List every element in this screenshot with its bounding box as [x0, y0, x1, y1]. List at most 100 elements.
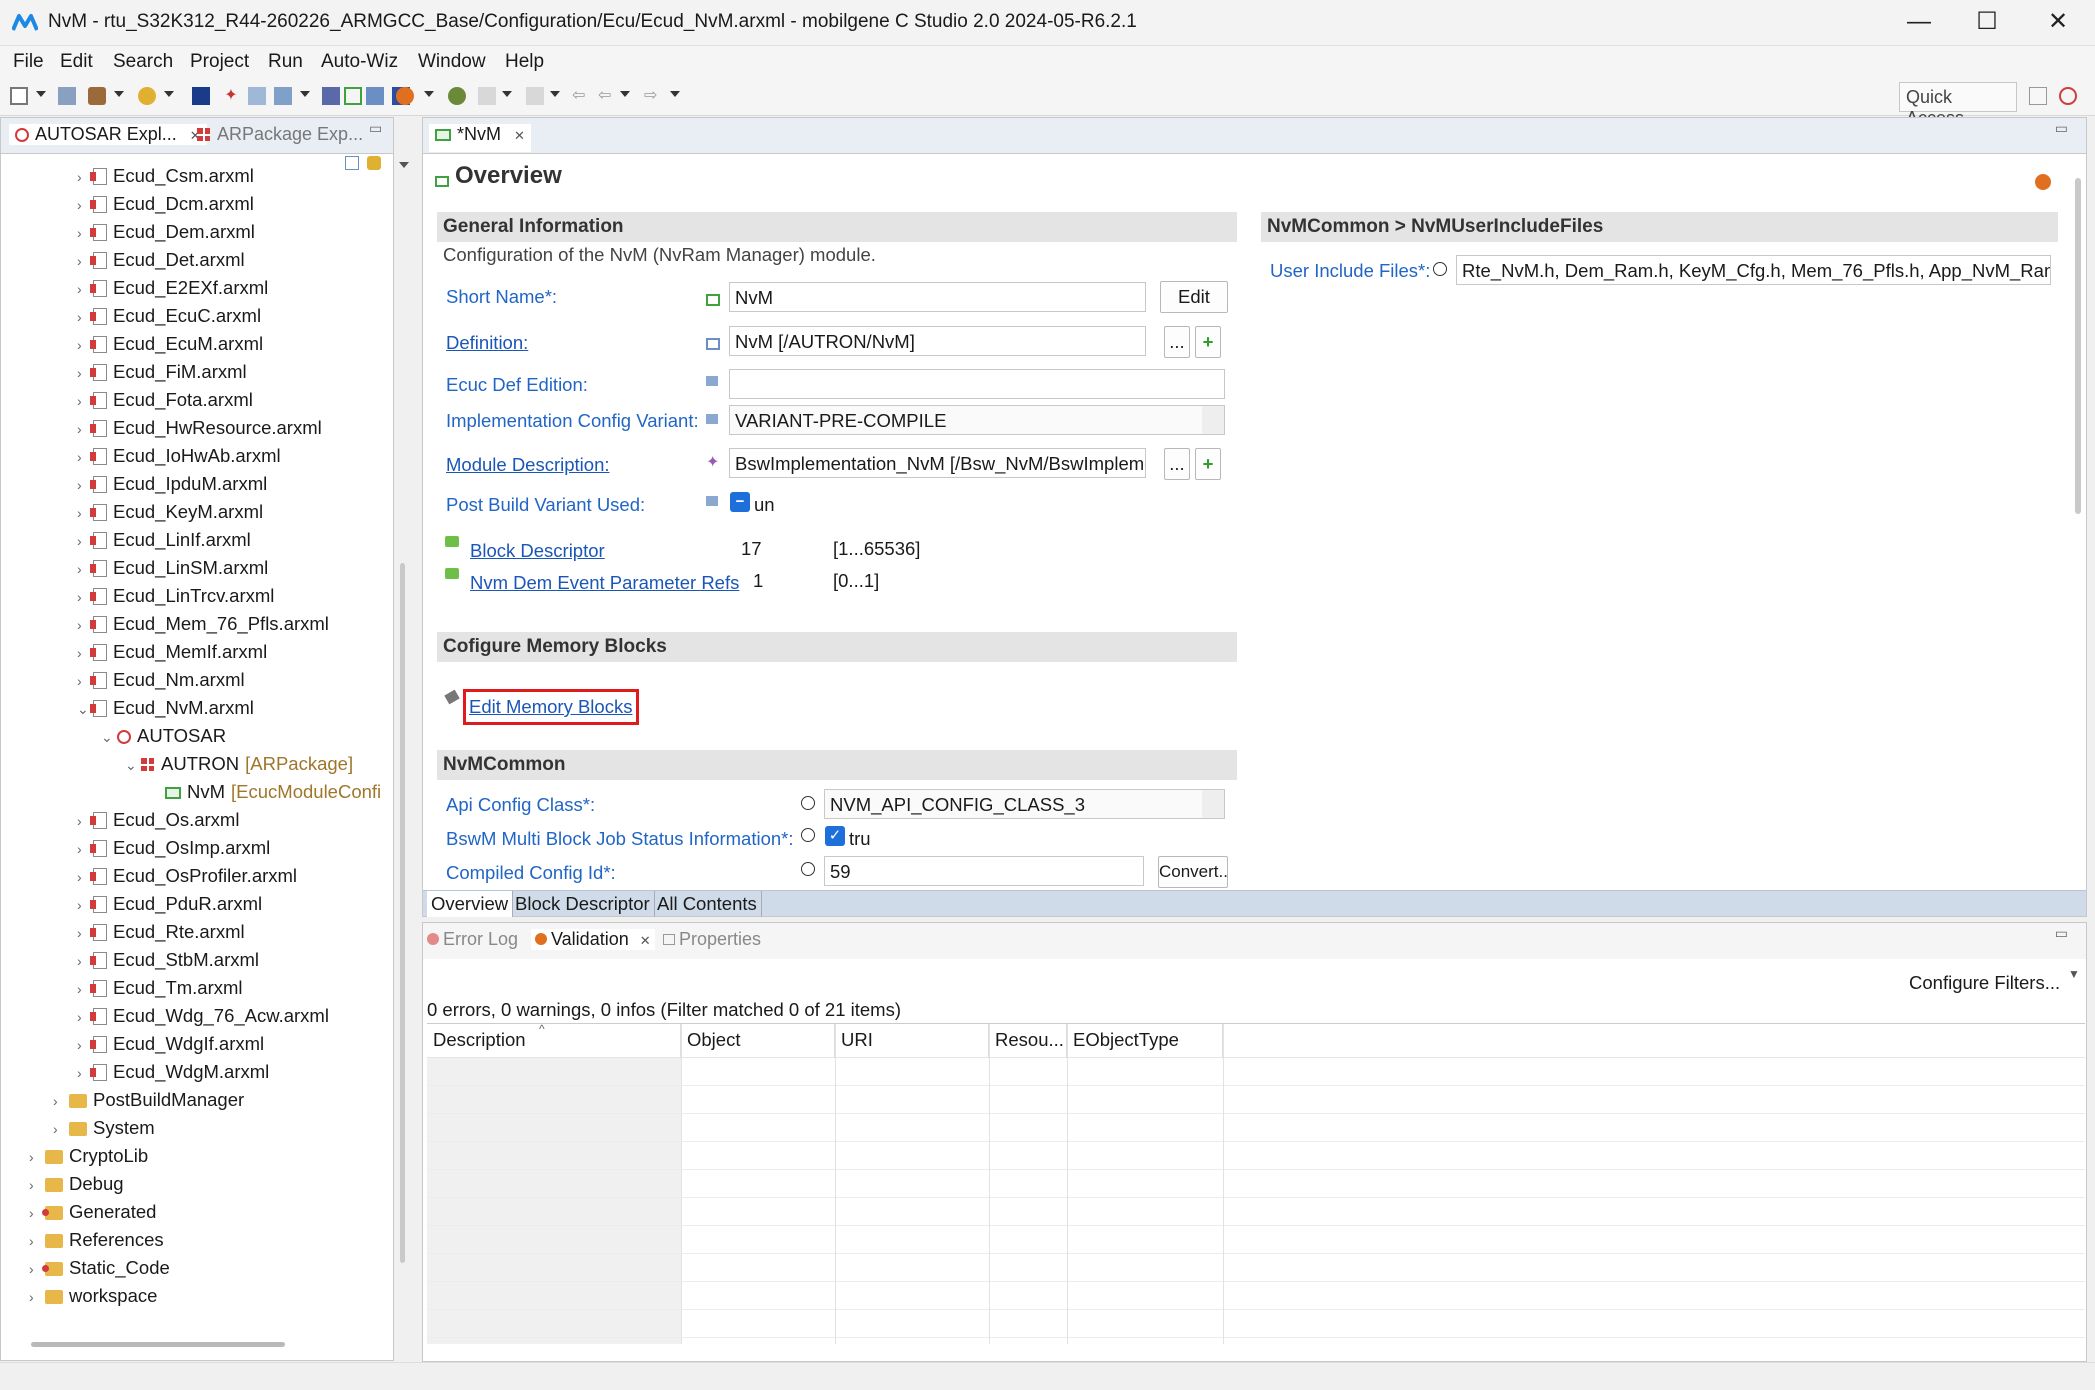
tab-validation[interactable]: Validation ✕	[531, 929, 655, 950]
tree-item[interactable]: › PostBuildManager	[53, 1086, 244, 1114]
autosar-perspective-icon[interactable]	[2059, 87, 2077, 105]
tree-item[interactable]: › Ecud_FiM.arxml	[77, 358, 247, 386]
forward-icon[interactable]: ⇨	[644, 87, 662, 105]
tree-item[interactable]: › Ecud_OsProfiler.arxml	[77, 862, 297, 890]
definition-field[interactable]: NvM [/AUTRON/NvM]	[729, 326, 1146, 356]
tree-item[interactable]: › Ecud_WdgIf.arxml	[77, 1030, 264, 1058]
tree-item[interactable]: › Ecud_WdgM.arxml	[77, 1058, 269, 1086]
menu-run[interactable]: Run	[268, 51, 303, 73]
tree-item[interactable]: › Ecud_OsImp.arxml	[77, 834, 270, 862]
warning-dropdown-icon[interactable]	[424, 91, 434, 97]
impl-variant-dropdown-icon[interactable]	[1202, 406, 1224, 434]
bswm-status-checkbox[interactable]: ✓	[825, 826, 845, 846]
chart-tool-icon[interactable]	[248, 87, 266, 105]
minimize-button[interactable]: —	[1885, 0, 1953, 46]
back-icon[interactable]: ⇦	[572, 87, 590, 105]
new-icon[interactable]	[10, 87, 28, 105]
menu-window[interactable]: Window	[418, 51, 486, 73]
tree-item[interactable]: › workspace	[29, 1282, 157, 1310]
tree-item[interactable]: › Ecud_Mem_76_Pfls.arxml	[77, 610, 329, 638]
menu-edit[interactable]: Edit	[60, 51, 93, 73]
tree-item[interactable]: › References	[29, 1226, 164, 1254]
link-editor-icon[interactable]	[367, 156, 381, 170]
tree-item[interactable]: ⌄ AUTOSAR	[101, 722, 226, 750]
page-tab-block-descriptor[interactable]: Block Descriptor	[511, 891, 655, 917]
module-description-link[interactable]: Module Description:	[446, 454, 610, 476]
graph-tool-icon[interactable]	[274, 87, 292, 105]
star-icon[interactable]: ✦	[222, 87, 240, 105]
module-description-browse-button[interactable]: ...	[1164, 448, 1190, 480]
warning-icon[interactable]	[2035, 174, 2051, 190]
block-descriptor-link[interactable]: Block Descriptor	[470, 540, 605, 562]
dem-event-refs-link[interactable]: Nvm Dem Event Parameter Refs	[470, 572, 739, 594]
tree-horizontal-scrollbar[interactable]	[31, 1342, 285, 1347]
tree-item[interactable]: › Ecud_HwResource.arxml	[77, 414, 322, 442]
configure-filters-link[interactable]: Configure Filters...	[1909, 972, 2060, 994]
maximize-button[interactable]: ☐	[1953, 0, 2021, 46]
tree-item[interactable]: › Ecud_LinIf.arxml	[77, 526, 251, 554]
short-name-field[interactable]: NvM	[729, 282, 1146, 312]
close-tab-icon[interactable]: ✕	[514, 128, 525, 143]
menu-auto-wiz[interactable]: Auto-Wiz	[321, 51, 398, 73]
tree-item[interactable]: › Ecud_Dcm.arxml	[77, 190, 254, 218]
post-build-checkbox[interactable]: −	[730, 492, 750, 512]
tree-item[interactable]: ⌄ AUTRON [ARPackage]	[125, 750, 353, 778]
rect-tool-icon[interactable]	[344, 87, 362, 105]
tree-item[interactable]: › Ecud_PduR.arxml	[77, 890, 262, 918]
tree-item[interactable]: › Ecud_Fota.arxml	[77, 386, 253, 414]
menu-project[interactable]: Project	[190, 51, 249, 73]
new-dropdown-icon[interactable]	[36, 91, 46, 97]
definition-browse-button[interactable]: ...	[1164, 326, 1190, 358]
tree-item[interactable]: › Ecud_EcuM.arxml	[77, 330, 263, 358]
tab-nvm[interactable]: *NvM ✕	[429, 124, 531, 152]
tree-item[interactable]: › Ecud_Os.arxml	[77, 806, 239, 834]
tree-item[interactable]: › System	[53, 1114, 155, 1142]
editor-scrollbar[interactable]	[2075, 178, 2081, 514]
tree-item[interactable]: › Debug	[29, 1170, 124, 1198]
prev-icon[interactable]: ⇦	[598, 87, 616, 105]
quick-access-input[interactable]: Quick Access	[1899, 82, 2017, 128]
search-next-dropdown-icon[interactable]	[502, 91, 512, 97]
search-prev-icon[interactable]	[526, 87, 544, 105]
minimize-panel-icon[interactable]: ▭	[369, 120, 382, 137]
tool-t-icon[interactable]	[192, 87, 210, 105]
edit-memory-blocks-link[interactable]: Edit Memory Blocks	[469, 696, 632, 718]
tree-item[interactable]: › Ecud_Nm.arxml	[77, 666, 245, 694]
tree-item[interactable]: › CryptoLib	[29, 1142, 148, 1170]
split-tool-icon[interactable]	[366, 87, 384, 105]
compiled-config-id-field[interactable]: 59	[824, 856, 1144, 886]
chevron-down-icon[interactable]: ⌄	[125, 751, 141, 779]
tab-properties[interactable]: Properties	[663, 929, 761, 950]
tree-item[interactable]: › Ecud_IoHwAb.arxml	[77, 442, 281, 470]
prev-dropdown-icon[interactable]	[620, 91, 630, 97]
menu-help[interactable]: Help	[505, 51, 544, 73]
maximize-editor-icon[interactable]: ▭	[2055, 120, 2068, 137]
chevron-right-icon[interactable]: ›	[29, 1227, 45, 1255]
column-eobjecttype[interactable]: EObjectType	[1067, 1024, 1223, 1058]
build-icon[interactable]	[88, 87, 106, 105]
tree-item[interactable]: › Ecud_EcuC.arxml	[77, 302, 261, 330]
ecuc-def-edition-field[interactable]	[729, 369, 1225, 399]
module-description-add-button[interactable]: +	[1195, 448, 1221, 480]
build-dropdown-icon[interactable]	[114, 91, 124, 97]
chevron-down-icon[interactable]: ⌄	[101, 723, 117, 751]
column-resource[interactable]: Resou...	[989, 1024, 1067, 1058]
tab-autosar-explorer[interactable]: AUTOSAR Expl... ✕	[9, 124, 207, 145]
tree-item[interactable]: › Ecud_Tm.arxml	[77, 974, 243, 1002]
close-tab-icon[interactable]: ✕	[640, 933, 651, 948]
tree-item[interactable]: ⌄ Ecud_NvM.arxml	[77, 694, 254, 722]
save-icon[interactable]	[58, 87, 76, 105]
impl-config-variant-select[interactable]: VARIANT-PRE-COMPILE	[729, 405, 1225, 435]
convert-button[interactable]: Convert..	[1158, 856, 1228, 888]
definition-add-button[interactable]: +	[1195, 326, 1221, 358]
chevron-right-icon[interactable]: ›	[29, 1283, 45, 1311]
tree-item[interactable]: › Ecud_Dem.arxml	[77, 218, 255, 246]
edit-button[interactable]: Edit	[1160, 281, 1228, 313]
tree-vertical-scrollbar[interactable]	[400, 563, 405, 1263]
warning-tool-icon[interactable]	[396, 87, 414, 105]
chevron-right-icon[interactable]: ›	[53, 1087, 69, 1115]
tree-item[interactable]: › Static_Code	[29, 1254, 170, 1282]
tree-item[interactable]: › Ecud_IpduM.arxml	[77, 470, 267, 498]
tree-item[interactable]: › Ecud_Det.arxml	[77, 246, 245, 274]
search-next-icon[interactable]	[478, 87, 496, 105]
